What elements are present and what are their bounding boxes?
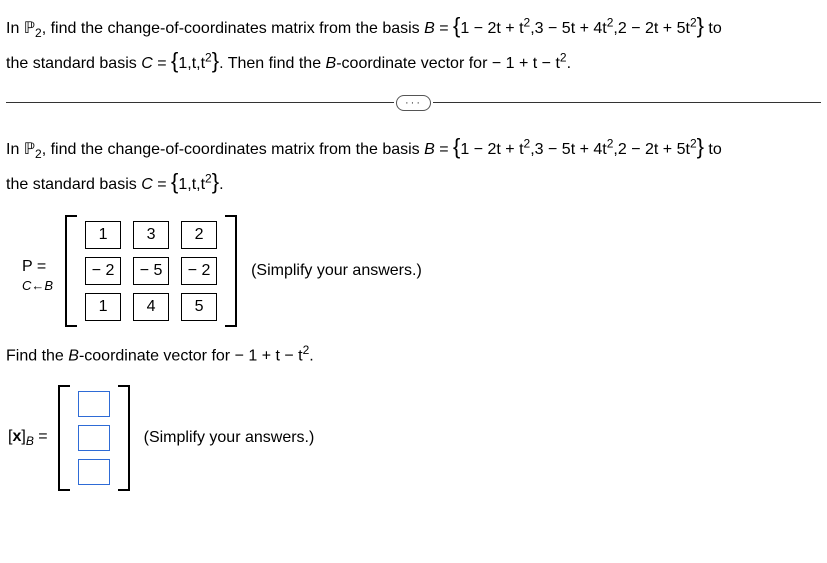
matrix-cell[interactable]: − 2 <box>85 257 121 285</box>
text: . <box>219 176 223 193</box>
brace-close: } <box>212 169 219 194</box>
text: = <box>435 141 453 158</box>
text: , find the change-of-coordinates matrix … <box>42 141 424 158</box>
divider-line <box>6 102 394 103</box>
find-b-coord-paragraph: Find the B-coordinate vector for − 1 + t… <box>6 341 821 369</box>
vector-input[interactable] <box>78 459 110 485</box>
text: = <box>153 176 171 193</box>
text: . Then find the <box>219 55 325 72</box>
var-C: C <box>141 176 153 193</box>
matrix-cell[interactable]: − 2 <box>181 257 217 285</box>
bracket-left <box>58 385 72 491</box>
poly3: 2 − 2t + 5t <box>618 20 690 37</box>
matrix-cell[interactable]: 3 <box>133 221 169 249</box>
text: to <box>704 20 722 37</box>
matrix-cell[interactable]: 1 <box>85 293 121 321</box>
text: In <box>6 20 24 37</box>
brace-close: } <box>212 48 219 73</box>
poly3: 2 − 2t + 5t <box>618 141 690 158</box>
sup: 2 <box>690 136 697 150</box>
text: to <box>704 141 722 158</box>
vector-input[interactable] <box>78 391 110 417</box>
matrix-cell[interactable]: 1 <box>85 221 121 249</box>
c-body: 1,t,t <box>178 55 205 72</box>
vector-body <box>72 385 116 491</box>
text: , find the change-of-coordinates matrix … <box>42 20 424 37</box>
c-body: 1,t,t <box>178 176 205 193</box>
matrix-P: 1 3 2 − 2 − 5 − 2 1 4 5 <box>65 215 237 327</box>
subscript: 2 <box>35 26 42 40</box>
label-CB: C←B <box>22 278 53 295</box>
text: = <box>34 428 48 445</box>
text: = <box>153 55 171 72</box>
vector-xb <box>58 385 130 491</box>
section-divider: ··· <box>6 95 821 111</box>
text: -coordinate vector for − 1 + t − t <box>79 347 303 364</box>
var-B: B <box>326 55 337 72</box>
matrix-cell[interactable]: − 5 <box>133 257 169 285</box>
var-C: C <box>141 55 153 72</box>
bracket-left <box>65 215 79 327</box>
matrix-cell[interactable]: 5 <box>181 293 217 321</box>
poly2: 3 − 5t + 4t <box>535 141 607 158</box>
symbol-P: ℙ <box>24 141 35 158</box>
text: Find the <box>6 347 68 364</box>
poly1: 1 − 2t + t <box>460 141 523 158</box>
simplify-hint: (Simplify your answers.) <box>144 425 315 451</box>
vector-input[interactable] <box>78 425 110 451</box>
matrix-cell[interactable]: 2 <box>181 221 217 249</box>
brace-close: } <box>697 13 704 38</box>
poly2: 3 − 5t + 4t <box>535 20 607 37</box>
matrix-label: P = C←B <box>22 247 53 295</box>
restated-paragraph: In ℙ2, find the change-of-coordinates ma… <box>6 129 821 200</box>
matrix-cell[interactable]: 4 <box>133 293 169 321</box>
label-P-eq: P = <box>22 258 46 275</box>
symbol-P: ℙ <box>24 20 35 37</box>
simplify-hint: (Simplify your answers.) <box>251 258 422 284</box>
matrix-body: 1 3 2 − 2 − 5 − 2 1 4 5 <box>79 215 223 327</box>
text: In <box>6 141 24 158</box>
brace-close: } <box>697 134 704 159</box>
xb-label: [x]B = <box>8 424 48 451</box>
subscript: 2 <box>35 147 42 161</box>
sup: 2 <box>560 51 567 65</box>
text: -coordinate vector for − 1 + t − t <box>336 55 560 72</box>
b-coord-vector-row: [x]B = (Simplify your answers.) <box>8 385 821 491</box>
poly1: 1 − 2t + t <box>460 20 523 37</box>
text: . <box>309 347 313 364</box>
bracket-right <box>223 215 237 327</box>
bracket-right <box>116 385 130 491</box>
var-B: B <box>424 141 435 158</box>
text: = <box>435 20 453 37</box>
sup: 2 <box>690 16 697 30</box>
var-B: B <box>424 20 435 37</box>
text: the standard basis <box>6 176 141 193</box>
sub-B: B <box>26 435 34 449</box>
var-B: B <box>68 347 79 364</box>
sup: 2 <box>205 172 212 186</box>
question-paragraph-1: In ℙ2, find the change-of-coordinates ma… <box>6 8 821 79</box>
divider-line <box>433 102 821 103</box>
text: . <box>567 55 571 72</box>
sup: 2 <box>205 51 212 65</box>
change-of-coord-matrix-row: P = C←B 1 3 2 − 2 − 5 − 2 1 4 5 (Simplif… <box>22 215 821 327</box>
text: the standard basis <box>6 55 141 72</box>
divider-dots: ··· <box>396 95 431 111</box>
